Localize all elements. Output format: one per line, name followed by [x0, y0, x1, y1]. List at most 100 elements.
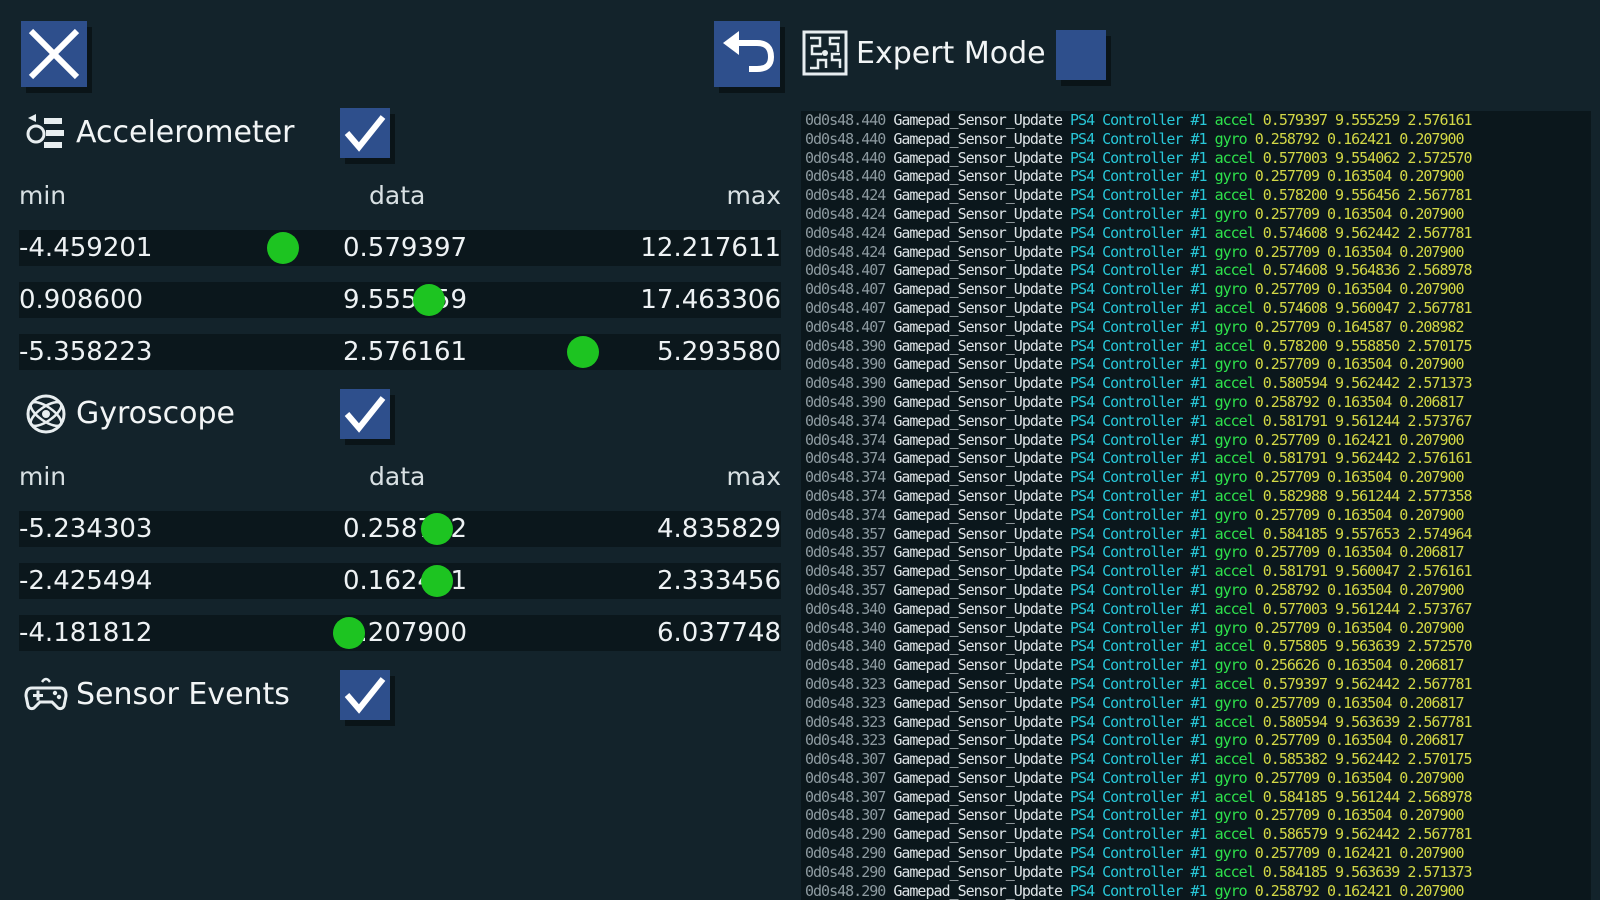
- log-sensor-type: accel: [1214, 449, 1256, 468]
- log-timestamp: 0d0s48.340: [805, 618, 886, 637]
- log-device: PS4 Controller #1: [1070, 693, 1208, 712]
- close-icon: [28, 28, 80, 80]
- log-line: 0d0s48.307 Gamepad_Sensor_Update PS4 Con…: [801, 806, 1591, 825]
- log-sensor-type: gyro: [1214, 618, 1248, 637]
- log-timestamp: 0d0s48.407: [805, 261, 886, 280]
- log-device: PS4 Controller #1: [1070, 787, 1208, 806]
- log-device: PS4 Controller #1: [1070, 806, 1208, 825]
- close-button[interactable]: [21, 21, 87, 87]
- gyroscope-header: Gyroscope: [22, 389, 402, 439]
- log-device: PS4 Controller #1: [1070, 505, 1208, 524]
- gyroscope-checkbox[interactable]: [340, 389, 390, 439]
- log-line: 0d0s48.424 Gamepad_Sensor_Update PS4 Con…: [801, 205, 1591, 224]
- log-function: Gamepad_Sensor_Update: [893, 204, 1063, 223]
- log-values: 0.579397 9.555259 2.576161: [1262, 111, 1473, 129]
- sensor-event-log[interactable]: 0d0s48.440 Gamepad_Sensor_Update PS4 Con…: [801, 111, 1591, 900]
- log-function: Gamepad_Sensor_Update: [893, 524, 1063, 543]
- log-sensor-type: accel: [1214, 524, 1256, 543]
- log-device: PS4 Controller #1: [1070, 336, 1208, 355]
- log-line: 0d0s48.307 Gamepad_Sensor_Update PS4 Con…: [801, 750, 1591, 769]
- log-timestamp: 0d0s48.374: [805, 430, 886, 449]
- log-sensor-type: gyro: [1214, 731, 1248, 750]
- sensor-test-screen: Expert Mode Accelerometer min data max -…: [0, 0, 1600, 900]
- log-sensor-type: accel: [1214, 862, 1256, 881]
- log-sensor-type: accel: [1214, 712, 1256, 731]
- log-timestamp: 0d0s48.390: [805, 392, 886, 411]
- log-line: 0d0s48.374 Gamepad_Sensor_Update PS4 Con…: [801, 412, 1591, 431]
- log-function: Gamepad_Sensor_Update: [893, 693, 1063, 712]
- log-device: PS4 Controller #1: [1070, 355, 1208, 374]
- log-line: 0d0s48.323 Gamepad_Sensor_Update PS4 Con…: [801, 675, 1591, 694]
- log-timestamp: 0d0s48.340: [805, 599, 886, 618]
- log-sensor-type: gyro: [1214, 242, 1248, 261]
- log-timestamp: 0d0s48.357: [805, 524, 886, 543]
- row-max-value: 2.333456: [656, 566, 781, 596]
- log-line: 0d0s48.340 Gamepad_Sensor_Update PS4 Con…: [801, 600, 1591, 619]
- log-sensor-type: gyro: [1214, 317, 1248, 336]
- log-function: Gamepad_Sensor_Update: [893, 806, 1063, 825]
- log-values: 0.586579 9.562442 2.567781: [1262, 825, 1473, 844]
- column-min: min: [19, 462, 67, 491]
- log-timestamp: 0d0s48.290: [805, 825, 886, 844]
- log-sensor-type: gyro: [1214, 392, 1248, 411]
- column-data: data: [369, 462, 426, 491]
- expert-mode-checkbox[interactable]: [1056, 30, 1106, 80]
- log-line: 0d0s48.340 Gamepad_Sensor_Update PS4 Con…: [801, 656, 1591, 675]
- log-function: Gamepad_Sensor_Update: [893, 486, 1063, 505]
- log-values: 0.584185 9.561244 2.568978: [1262, 787, 1473, 806]
- row-min-value: -4.459201: [19, 233, 153, 263]
- accelerometer-row-z: -5.358223 2.576161 5.293580: [19, 334, 781, 370]
- log-values: 0.257709 0.163504 0.207900: [1254, 204, 1465, 223]
- log-device: PS4 Controller #1: [1070, 618, 1208, 637]
- log-sensor-type: accel: [1214, 223, 1256, 242]
- log-values: 0.257709 0.163504 0.207900: [1254, 806, 1465, 825]
- log-device: PS4 Controller #1: [1070, 223, 1208, 242]
- log-sensor-type: gyro: [1214, 768, 1248, 787]
- log-device: PS4 Controller #1: [1070, 731, 1208, 750]
- log-device: PS4 Controller #1: [1070, 298, 1208, 317]
- log-device: PS4 Controller #1: [1070, 167, 1208, 186]
- log-timestamp: 0d0s48.340: [805, 637, 886, 656]
- log-function: Gamepad_Sensor_Update: [893, 374, 1063, 393]
- log-line: 0d0s48.390 Gamepad_Sensor_Update PS4 Con…: [801, 374, 1591, 393]
- log-line: 0d0s48.307 Gamepad_Sensor_Update PS4 Con…: [801, 769, 1591, 788]
- log-device: PS4 Controller #1: [1070, 825, 1208, 844]
- level-indicator-dot: [421, 565, 453, 597]
- row-max-value: 12.217611: [640, 233, 781, 263]
- log-values: 0.257709 0.163504 0.207900: [1254, 468, 1465, 487]
- log-function: Gamepad_Sensor_Update: [893, 599, 1063, 618]
- log-device: PS4 Controller #1: [1070, 148, 1208, 167]
- accelerometer-row-x: -4.459201 0.579397 12.217611: [19, 230, 781, 266]
- log-sensor-type: accel: [1214, 599, 1256, 618]
- sensor-events-title: Sensor Events: [76, 677, 290, 712]
- log-line: 0d0s48.440 Gamepad_Sensor_Update PS4 Con…: [801, 130, 1591, 149]
- log-timestamp: 0d0s48.374: [805, 505, 886, 524]
- log-values: 0.580594 9.562442 2.571373: [1262, 374, 1473, 393]
- log-timestamp: 0d0s48.407: [805, 317, 886, 336]
- log-timestamp: 0d0s48.390: [805, 355, 886, 374]
- log-device: PS4 Controller #1: [1070, 580, 1208, 599]
- log-line: 0d0s48.357 Gamepad_Sensor_Update PS4 Con…: [801, 543, 1591, 562]
- accelerometer-checkbox[interactable]: [340, 108, 390, 158]
- log-values: 0.578200 9.556456 2.567781: [1262, 186, 1473, 205]
- log-values: 0.257709 0.163504 0.207900: [1254, 280, 1465, 299]
- log-sensor-type: gyro: [1214, 844, 1248, 863]
- log-values: 0.258792 0.162421 0.207900: [1254, 129, 1465, 148]
- gyroscope-row-x: -5.234303 0.258792 4.835829: [19, 511, 781, 547]
- log-line: 0d0s48.374 Gamepad_Sensor_Update PS4 Con…: [801, 431, 1591, 450]
- log-values: 0.578200 9.558850 2.570175: [1262, 336, 1473, 355]
- log-values: 0.258792 0.163504 0.207900: [1254, 580, 1465, 599]
- log-timestamp: 0d0s48.307: [805, 750, 886, 769]
- log-sensor-type: accel: [1214, 111, 1256, 129]
- log-function: Gamepad_Sensor_Update: [893, 787, 1063, 806]
- log-device: PS4 Controller #1: [1070, 599, 1208, 618]
- sensor-events-checkbox[interactable]: [340, 670, 390, 720]
- log-function: Gamepad_Sensor_Update: [893, 298, 1063, 317]
- log-device: PS4 Controller #1: [1070, 392, 1208, 411]
- row-min-value: -4.181812: [19, 618, 153, 648]
- back-button[interactable]: [714, 21, 780, 87]
- log-sensor-type: gyro: [1214, 280, 1248, 299]
- row-data-value: 2.576161: [343, 337, 468, 367]
- checkmark-icon: [344, 677, 386, 714]
- log-function: Gamepad_Sensor_Update: [893, 468, 1063, 487]
